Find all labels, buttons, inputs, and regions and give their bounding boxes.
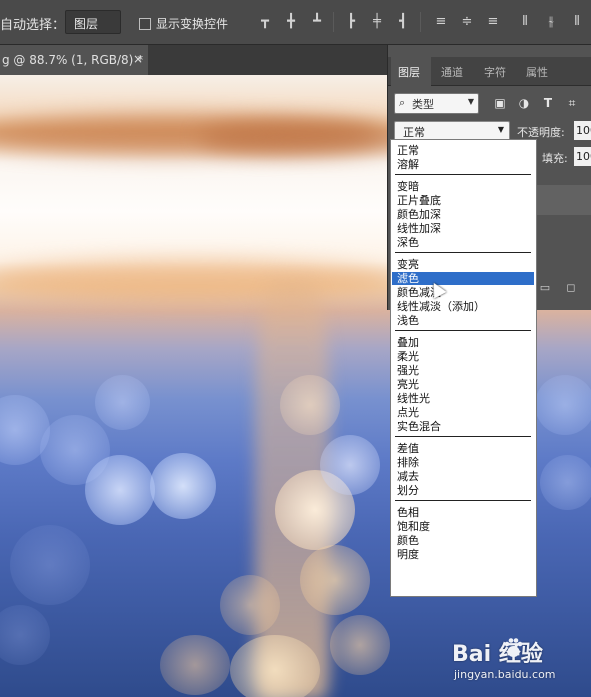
opacity-label: 不透明度: bbox=[517, 126, 565, 139]
blend-mode-item[interactable]: 正常 bbox=[392, 144, 534, 157]
new-layer-icon[interactable]: ◻ bbox=[564, 281, 578, 295]
layer-filter-row: ⌕ 类型 ▼ ▣ ◑ T ⌗ bbox=[388, 91, 591, 115]
document-tab-title: g @ 88.7% (1, RGB/8) * bbox=[2, 53, 144, 67]
blend-mode-value: 正常 bbox=[403, 126, 425, 139]
blend-mode-item[interactable]: 点光 bbox=[392, 406, 534, 419]
chevron-down-icon: ▼ bbox=[497, 125, 504, 134]
blend-mode-item[interactable]: 线性加深 bbox=[392, 222, 534, 235]
blend-mode-item[interactable]: 线性减淡（添加） bbox=[392, 300, 534, 313]
bokeh-light bbox=[535, 375, 591, 435]
filter-kind-value: 类型 bbox=[412, 98, 434, 111]
blend-mode-item[interactable]: 饱和度 bbox=[392, 520, 534, 533]
image-icon[interactable]: ▣ bbox=[492, 95, 508, 111]
watermark-logo-text: Bai 经验 bbox=[452, 642, 543, 667]
bokeh-light bbox=[10, 525, 90, 605]
type-icon[interactable]: T bbox=[540, 95, 556, 111]
menu-separator bbox=[395, 174, 531, 175]
bokeh-light bbox=[330, 615, 390, 675]
bokeh-light bbox=[300, 545, 370, 615]
blend-mode-item[interactable]: 实色混合 bbox=[392, 420, 534, 433]
separator bbox=[420, 12, 421, 32]
blend-mode-item[interactable]: 深色 bbox=[392, 236, 534, 249]
blend-mode-item[interactable]: 减去 bbox=[392, 470, 534, 483]
tab-channels[interactable]: 通道 bbox=[441, 64, 463, 80]
options-bar: 自动选择： 图层 ⌄ 显示变换控件 ┳ ╋ ┻ ┣ ╪ ┫ ≡ ≑ ≡ ⫴ ⫳ … bbox=[0, 0, 591, 45]
distribute-right-icon[interactable]: ⫴ bbox=[568, 13, 586, 31]
distribute-center-icon[interactable]: ≑ bbox=[458, 13, 476, 31]
blend-mode-item[interactable]: 强光 bbox=[392, 364, 534, 377]
tab-layers[interactable]: 图层 bbox=[398, 64, 420, 80]
bokeh-light bbox=[150, 453, 216, 519]
menu-separator bbox=[395, 330, 531, 331]
blend-mode-item[interactable]: 溶解 bbox=[392, 158, 534, 171]
tab-properties[interactable]: 属性 bbox=[526, 64, 548, 80]
bokeh-light bbox=[280, 375, 340, 435]
bokeh-light bbox=[220, 575, 280, 635]
blend-mode-item[interactable]: 颜色加深 bbox=[392, 208, 534, 221]
watermark-url: jingyan.baidu.com bbox=[454, 668, 556, 681]
align-vertical-center-icon[interactable]: ╋ bbox=[282, 13, 300, 31]
blend-mode-item[interactable]: 变亮 bbox=[392, 258, 534, 271]
search-icon: ⌕ bbox=[399, 96, 406, 109]
menu-separator bbox=[395, 500, 531, 501]
auto-select-dropdown[interactable]: 图层 ⌄ bbox=[65, 10, 121, 34]
align-bottom-icon[interactable]: ┻ bbox=[308, 13, 326, 31]
shape-icon[interactable]: ⌗ bbox=[564, 95, 580, 111]
distribute-left-icon[interactable]: ⫴ bbox=[516, 13, 534, 31]
show-transform-label: 显示变换控件 bbox=[156, 17, 229, 31]
blend-mode-item[interactable]: 明度 bbox=[392, 548, 534, 561]
bokeh-light bbox=[230, 635, 320, 697]
opacity-input[interactable]: 100 bbox=[574, 121, 591, 140]
bokeh-light bbox=[85, 455, 155, 525]
tab-character[interactable]: 字符 bbox=[484, 64, 506, 80]
auto-select-label: 自动选择： bbox=[0, 18, 66, 33]
blend-mode-item[interactable]: 排除 bbox=[392, 456, 534, 469]
blend-mode-item[interactable]: 颜色减淡 bbox=[392, 286, 534, 299]
align-top-icon[interactable]: ┳ bbox=[256, 13, 274, 31]
bokeh-light bbox=[0, 605, 50, 665]
distribute-top-icon[interactable]: ≡ bbox=[432, 13, 450, 31]
show-transform-checkbox[interactable] bbox=[139, 18, 151, 30]
blend-mode-item[interactable]: 颜色 bbox=[392, 534, 534, 547]
folder-icon[interactable]: ▭ bbox=[538, 281, 552, 295]
blend-mode-item[interactable]: 划分 bbox=[392, 484, 534, 497]
panel-tab-strip: 图层 通道 字符 属性 bbox=[388, 57, 591, 86]
menu-separator bbox=[395, 252, 531, 253]
align-right-icon[interactable]: ┫ bbox=[394, 13, 412, 31]
half-circle-icon[interactable]: ◑ bbox=[516, 95, 532, 111]
blend-mode-item[interactable]: 浅色 bbox=[392, 314, 534, 327]
bokeh-light bbox=[540, 455, 591, 510]
horizon-glow bbox=[0, 260, 400, 300]
filter-kind-dropdown[interactable]: ⌕ 类型 ▼ bbox=[394, 93, 479, 114]
chevron-down-icon: ▼ bbox=[467, 97, 474, 106]
chevron-down-icon: ⌄ bbox=[74, 15, 82, 25]
bokeh-light bbox=[95, 375, 150, 430]
blend-mode-item[interactable]: 叠加 bbox=[392, 336, 534, 349]
distribute-bottom-icon[interactable]: ≡ bbox=[484, 13, 502, 31]
blend-mode-item[interactable]: 柔光 bbox=[392, 350, 534, 363]
blend-mode-item[interactable]: 变暗 bbox=[392, 180, 534, 193]
document-tab-bar: g @ 88.7% (1, RGB/8) * × bbox=[0, 45, 387, 75]
blend-mode-item[interactable]: 亮光 bbox=[392, 378, 534, 391]
blend-mode-menu: 正常 溶解变暗 正片叠底 颜色加深 线性加深 深色变亮 滤色 颜色减淡 线性减淡（添加） 浅色叠加… bbox=[390, 139, 537, 597]
blend-mode-item[interactable]: 正片叠底 bbox=[392, 194, 534, 207]
fill-input[interactable]: 100 bbox=[574, 147, 591, 166]
fill-label: 填充: bbox=[542, 152, 568, 165]
align-horizontal-center-icon[interactable]: ╪ bbox=[368, 13, 386, 31]
blend-mode-item[interactable]: 色相 bbox=[392, 506, 534, 519]
menu-separator bbox=[395, 436, 531, 437]
paw-icon bbox=[504, 638, 523, 657]
document-tab[interactable]: g @ 88.7% (1, RGB/8) * × bbox=[0, 45, 148, 75]
close-icon[interactable]: × bbox=[133, 52, 143, 66]
blend-mode-item[interactable]: 线性光 bbox=[392, 392, 534, 405]
distribute-hcenter-icon[interactable]: ⫳ bbox=[542, 13, 560, 31]
bokeh-light bbox=[160, 635, 230, 695]
separator bbox=[333, 12, 334, 32]
blend-mode-item[interactable]: 差值 bbox=[392, 442, 534, 455]
align-left-icon[interactable]: ┣ bbox=[342, 13, 360, 31]
blend-mode-item[interactable]: 滤色 bbox=[392, 272, 534, 285]
bokeh-light bbox=[320, 435, 380, 495]
